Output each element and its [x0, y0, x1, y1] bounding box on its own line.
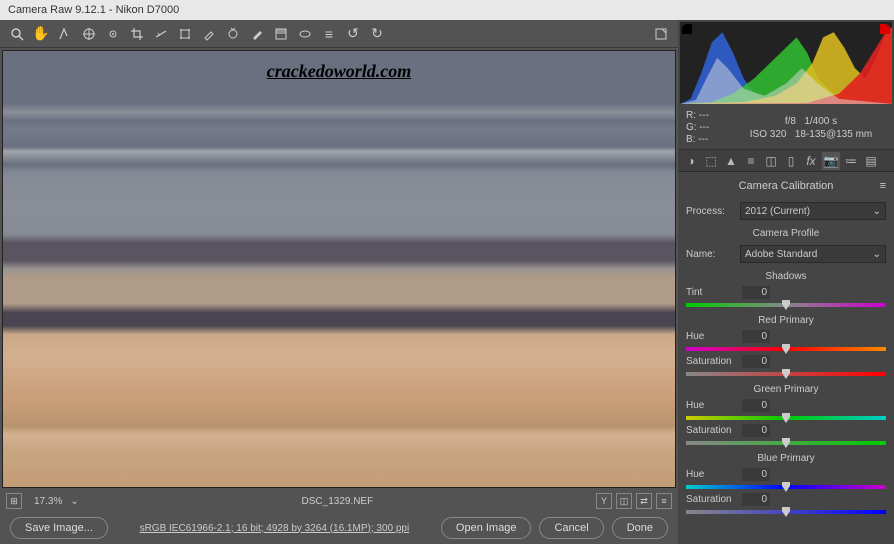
red-sat-value[interactable]: 0	[742, 355, 770, 368]
color-sampler-tool-icon[interactable]	[78, 23, 100, 45]
panel-title: Camera Calibration	[739, 180, 834, 192]
zoom-tool-icon[interactable]	[6, 23, 28, 45]
open-image-button[interactable]: Open Image	[441, 517, 532, 539]
shadows-header: Shadows	[686, 271, 886, 282]
workflow-link[interactable]: sRGB IEC61966-2.1; 16 bit; 4928 by 3264 …	[116, 523, 433, 534]
cancel-button[interactable]: Cancel	[539, 517, 603, 539]
status-bar: ⊞ 17.3% ⌄ DSC_1329.NEF Y ◫ ⇄ ≡	[0, 490, 678, 512]
lens-tab-icon[interactable]: ▯	[782, 152, 800, 170]
red-eye-tool-icon[interactable]	[222, 23, 244, 45]
red-hue-slider[interactable]	[686, 347, 886, 351]
graduated-filter-tool-icon[interactable]	[270, 23, 292, 45]
blue-hue-value[interactable]: 0	[742, 468, 770, 481]
white-balance-tool-icon[interactable]	[54, 23, 76, 45]
filename: DSC_1329.NEF	[87, 496, 588, 507]
curve-tab-icon[interactable]: ⬚	[702, 152, 720, 170]
title-bar: Camera Raw 9.12.1 - Nikon D7000	[0, 0, 894, 20]
panel-menu-icon[interactable]: ≡	[880, 180, 886, 192]
swap-icon[interactable]: ⇄	[636, 493, 652, 509]
highlight-clip-icon[interactable]	[880, 24, 890, 34]
compare-icon[interactable]: ◫	[616, 493, 632, 509]
save-image-button[interactable]: Save Image...	[10, 517, 108, 539]
red-sat-slider[interactable]	[686, 372, 886, 376]
zoom-level[interactable]: 17.3%	[30, 496, 66, 507]
spot-removal-tool-icon[interactable]	[198, 23, 220, 45]
toggle-mark-icon[interactable]	[650, 23, 672, 45]
blue-hue-label: Hue	[686, 469, 736, 480]
detail-tab-icon[interactable]: ▲	[722, 152, 740, 170]
footer: Save Image... sRGB IEC61966-2.1; 16 bit;…	[0, 512, 678, 544]
green-sat-slider[interactable]	[686, 441, 886, 445]
info-strip: R: --- G: --- B: --- f/8 1/400 s ISO 320…	[678, 106, 894, 150]
process-label: Process:	[686, 206, 734, 217]
green-sat-value[interactable]: 0	[742, 424, 770, 437]
done-button[interactable]: Done	[612, 517, 668, 539]
green-primary-header: Green Primary	[686, 384, 886, 395]
panel-body: Camera Calibration ≡ Process: 2012 (Curr…	[678, 172, 894, 544]
blue-sat-label: Saturation	[686, 494, 736, 505]
snapshots-tab-icon[interactable]: ▤	[862, 152, 880, 170]
red-hue-value[interactable]: 0	[742, 330, 770, 343]
panel-tabs: ◑ ⬚ ▲ ≡ ◫ ▯ fx 📷 ≔ ▤	[678, 150, 894, 172]
target-adjustment-tool-icon[interactable]	[102, 23, 124, 45]
hand-tool-icon[interactable]: ✋	[30, 23, 52, 45]
camera-profile-header: Camera Profile	[686, 228, 886, 239]
shadow-clip-icon[interactable]	[682, 24, 692, 34]
transform-tool-icon[interactable]	[174, 23, 196, 45]
main-toolbar: ✋ ≡ ↺ ↻	[0, 20, 678, 48]
image-preview[interactable]: crackedoworld.com	[2, 50, 676, 488]
hsl-tab-icon[interactable]: ≡	[742, 152, 760, 170]
green-hue-slider[interactable]	[686, 416, 886, 420]
y-toggle[interactable]: Y	[596, 493, 612, 509]
tint-slider[interactable]	[686, 303, 886, 307]
blue-sat-value[interactable]: 0	[742, 493, 770, 506]
red-hue-label: Hue	[686, 331, 736, 342]
blue-primary-header: Blue Primary	[686, 453, 886, 464]
process-dropdown[interactable]: 2012 (Current)	[740, 202, 886, 220]
zoom-dropdown-icon[interactable]: ⌄	[70, 496, 78, 507]
window-title: Camera Raw 9.12.1 - Nikon D7000	[8, 4, 179, 16]
zoom-grid-icon[interactable]: ⊞	[6, 493, 22, 509]
preferences-tool-icon[interactable]: ≡	[318, 23, 340, 45]
green-hue-value[interactable]: 0	[742, 399, 770, 412]
red-sat-label: Saturation	[686, 356, 736, 367]
rotate-right-icon[interactable]: ↻	[366, 23, 388, 45]
green-hue-label: Hue	[686, 400, 736, 411]
tint-label: Tint	[686, 287, 736, 298]
tint-value[interactable]: 0	[742, 286, 770, 299]
crop-tool-icon[interactable]	[126, 23, 148, 45]
watermark-text: crackedoworld.com	[267, 61, 411, 82]
histogram[interactable]	[680, 22, 892, 104]
blue-hue-slider[interactable]	[686, 485, 886, 489]
adjustment-brush-tool-icon[interactable]	[246, 23, 268, 45]
split-tab-icon[interactable]: ◫	[762, 152, 780, 170]
profile-dropdown[interactable]: Adobe Standard	[740, 245, 886, 263]
presets-tab-icon[interactable]: ≔	[842, 152, 860, 170]
basic-tab-icon[interactable]: ◑	[682, 152, 700, 170]
red-primary-header: Red Primary	[686, 315, 886, 326]
name-label: Name:	[686, 249, 734, 260]
straighten-tool-icon[interactable]	[150, 23, 172, 45]
fx-tab-icon[interactable]: fx	[802, 152, 820, 170]
blue-sat-slider[interactable]	[686, 510, 886, 514]
menu-icon[interactable]: ≡	[656, 493, 672, 509]
green-sat-label: Saturation	[686, 425, 736, 436]
calibration-tab-icon[interactable]: 📷	[822, 152, 840, 170]
rotate-left-icon[interactable]: ↺	[342, 23, 364, 45]
radial-filter-tool-icon[interactable]	[294, 23, 316, 45]
